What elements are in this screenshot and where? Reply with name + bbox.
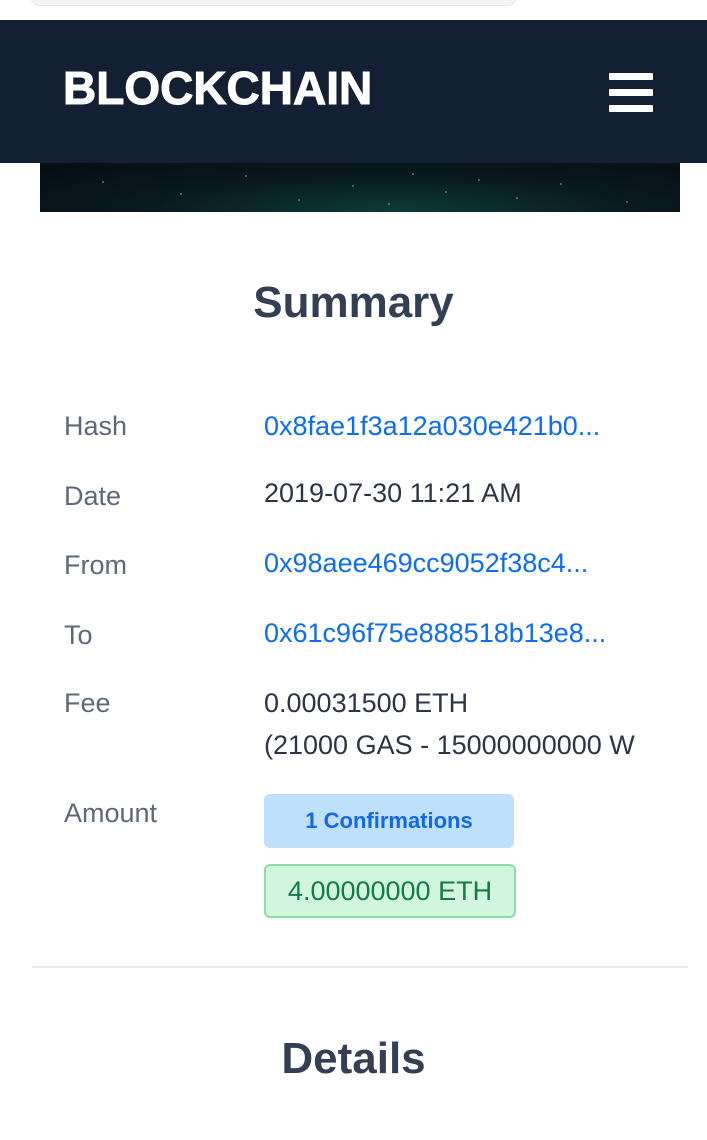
banner-particle	[560, 183, 562, 185]
banner-particle	[478, 179, 480, 181]
from-address-link[interactable]: 0x98aee469cc9052f38c4...	[264, 547, 650, 579]
fee-label: Fee	[64, 688, 111, 718]
menu-bar	[609, 73, 653, 80]
banner-particle	[388, 203, 390, 205]
details-heading: Details	[281, 1034, 426, 1083]
banner-particle	[352, 185, 354, 187]
section-divider	[32, 966, 688, 968]
brand-logo[interactable]: BLOCKCHAIN	[62, 65, 372, 112]
transaction-page: BLOCKCHAIN Summary Hash 0x8fae1f3a12a030…	[0, 0, 707, 1140]
hero-banner	[40, 163, 680, 212]
banner-particle	[516, 197, 518, 199]
menu-bar	[609, 105, 653, 112]
date-label: Date	[64, 481, 122, 511]
hash-link[interactable]: 0x8fae1f3a12a030e421b0...	[264, 410, 650, 442]
menu-bar	[609, 89, 653, 96]
banner-particle	[180, 193, 182, 195]
site-header: BLOCKCHAIN	[0, 20, 707, 163]
to-address-link[interactable]: 0x61c96f75e888518b13e8...	[264, 617, 650, 649]
confirmations-badge: 1 Confirmations	[264, 794, 514, 848]
banner-particle	[626, 201, 628, 203]
fee-gas-detail: (21000 GAS - 15000000000 W	[264, 730, 635, 760]
from-label: From	[64, 550, 127, 580]
summary-heading: Summary	[253, 278, 454, 327]
amount-badge: 4.00000000 ETH	[264, 864, 516, 918]
to-label: To	[64, 620, 93, 650]
amount-label: Amount	[64, 798, 158, 828]
banner-particle	[298, 199, 300, 201]
banner-particle	[412, 173, 414, 175]
hamburger-menu-icon[interactable]	[607, 72, 655, 114]
banner-particle	[445, 191, 447, 193]
banner-particle	[102, 181, 104, 183]
fee-value: 0.00031500 ETH	[264, 688, 469, 718]
banner-particle	[245, 175, 247, 177]
hash-label: Hash	[64, 411, 128, 441]
date-value: 2019-07-30 11:21 AM	[264, 478, 522, 508]
browser-address-bar[interactable]	[30, 0, 517, 6]
